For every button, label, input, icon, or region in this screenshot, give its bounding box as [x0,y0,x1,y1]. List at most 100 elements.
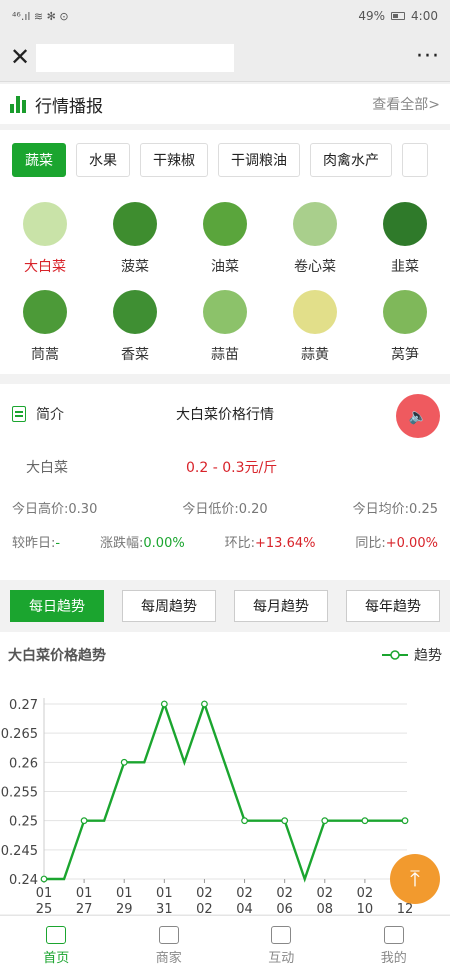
vegetable-image [293,202,337,246]
market-news-header: 行情播报 查看全部> [0,84,450,124]
data-point [40,875,48,883]
trend-tab[interactable]: 每日趋势 [10,590,104,622]
user-icon [383,925,404,944]
price-trend-chart: 大白菜价格趋势 趋势 0.27 0.265 0.26 0.255 0.25 0.245 0.… [0,632,450,917]
back-to-top-button[interactable]: ⤒ [390,854,440,904]
document-icon [12,406,26,422]
vegetable-image [203,290,247,334]
trend-tab[interactable]: 每月趋势 [234,590,328,622]
vegetable-item[interactable]: 蒜黄 [270,286,360,374]
vegetable-name: 韭菜 [391,259,419,275]
vegetable-item[interactable]: 香菜 [90,286,180,374]
vegetable-item[interactable]: 大白菜 [0,198,90,286]
x-tick-label: 02 [196,886,213,901]
data-point [241,817,248,825]
vegetable-image [113,290,157,334]
chart-title: 大白菜价格趋势 [8,648,106,664]
store-icon [158,925,179,944]
view-all-link[interactable]: 查看全部> [372,94,440,114]
vegetable-item[interactable]: 茼蒿 [0,286,90,374]
month-on-month: 环比:+13.64% [224,535,316,551]
battery-percent: 49% [358,9,386,23]
vegetable-name: 卷心菜 [294,259,336,275]
bar-chart-icon [10,95,26,113]
intro-title: 大白菜价格行情 [176,407,274,423]
vegetable-name: 油菜 [211,259,239,275]
chart-legend[interactable]: 趋势 [380,645,442,665]
year-on-year: 同比:+0.00% [355,535,438,551]
data-point [361,817,369,825]
vegetable-image [383,202,427,246]
x-tick-label: 02 [357,886,374,901]
line-chart-svg: 0.270.2650.260.2550.250.2450.24012501270… [1,698,414,917]
y-tick-label: 0.26 [9,756,38,771]
vegetable-item[interactable]: 油菜 [180,198,270,286]
x-tick-label: 02 [317,886,334,901]
x-tick-label: 27 [76,902,93,914]
battery-icon [391,12,406,20]
tab-user[interactable]: 我的 [338,916,450,975]
speaker-icon[interactable]: 🔈 [396,394,440,438]
vegetable-name: 茼蒿 [31,347,59,363]
data-point [281,817,289,825]
x-tick-label: 29 [116,902,133,914]
price-intro-card: 简介 大白菜价格行情 🔈 大白菜 0.2 - 0.3元/斤 今日高价:0.30 … [0,384,450,580]
vegetable-name: 香菜 [121,347,149,363]
data-point [401,817,409,825]
tab-chat[interactable]: 互动 [225,916,338,975]
trend-tab[interactable]: 每年趋势 [346,590,440,622]
category-tab[interactable]: 蔬菜 [12,143,66,177]
status-bar: ⁴⁶.ıl ≋ ✻ ⊙ 49% 4:00 [0,0,450,32]
y-tick-label: 0.24 [9,873,38,888]
legend-line-icon [382,650,408,660]
vs-yesterday: 较昨日:- [12,535,61,551]
vegetable-item[interactable]: 蒜苗 [180,286,270,374]
x-tick-label: 31 [156,902,173,914]
vegetable-item[interactable]: 莴笋 [360,286,450,374]
x-tick-label: 06 [276,902,293,914]
vegetable-name: 莴笋 [391,347,419,363]
category-tab[interactable]: 干调粮油 [218,143,300,177]
x-tick-label: 02 [236,886,253,901]
data-point [201,700,208,708]
tab-store[interactable]: 商家 [113,916,226,975]
vegetable-name: 蒜苗 [211,347,239,363]
tab-label: 商家 [155,950,182,966]
y-tick-label: 0.27 [9,698,38,713]
data-point [120,758,128,766]
clock: 4:00 [411,9,438,23]
category-tab[interactable] [402,143,428,177]
vegetable-image [23,290,67,334]
vegetable-image [203,202,247,246]
tab-label: 互动 [268,950,295,966]
trend-period-tabs: 每日趋势 每周趋势 每月趋势 每年趋势 [0,584,450,628]
high-price: 今日高价:0.30 [12,501,98,517]
trend-tab[interactable]: 每周趋势 [122,590,216,622]
home-icon [46,925,67,944]
vegetable-item[interactable]: 菠菜 [90,198,180,286]
x-tick-label: 02 [196,902,213,914]
x-tick-label: 01 [36,886,53,901]
vegetable-name: 大白菜 [24,259,66,275]
x-tick-label: 12 [397,902,414,914]
x-tick-label: 01 [156,886,173,901]
back-to-top-icon: ⤒ [410,866,420,892]
vegetable-grid: 大白菜 菠菜 油菜 卷心菜 韭菜茼蒿 香菜 蒜苗 蒜黄 莴笋 [0,190,450,374]
data-point [80,817,88,825]
intro-label: 简介 [36,407,64,423]
data-point [160,700,168,708]
data-point [321,817,329,825]
more-menu-icon[interactable]: ··· [416,44,440,69]
y-tick-label: 0.25 [9,815,38,830]
vegetable-item[interactable]: 韭菜 [360,198,450,286]
y-tick-label: 0.255 [1,786,38,801]
category-tab[interactable]: 肉禽水产 [310,143,392,177]
x-tick-label: 04 [236,902,253,914]
category-tab[interactable]: 水果 [76,143,130,177]
category-tab[interactable]: 干辣椒 [140,143,208,177]
tab-home[interactable]: 首页 [0,916,113,975]
vegetable-image [293,290,337,334]
vegetable-item[interactable]: 卷心菜 [270,198,360,286]
close-icon[interactable]: ✕ [10,43,36,71]
vegetable-image [113,202,157,246]
